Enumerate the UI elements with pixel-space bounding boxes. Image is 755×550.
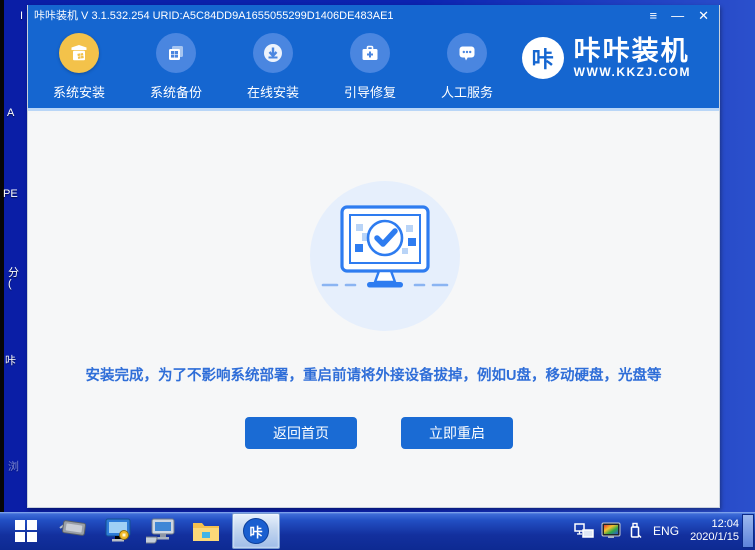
- titlebar: 咔咔装机 V 3.1.532.254 URID:A5C84DD9A1655055…: [28, 5, 719, 25]
- return-home-button[interactable]: 返回首页: [245, 417, 357, 449]
- action-buttons: 返回首页 立即重启: [28, 417, 719, 449]
- brand-logo: 咔 咔咔装机 WWW.KKZJ.COM: [521, 36, 691, 79]
- usb-device-icon[interactable]: [628, 522, 642, 540]
- desktop-icon-label: PE: [3, 188, 18, 200]
- taskbar-clock[interactable]: 12:04 2020/1/15: [690, 518, 739, 544]
- close-icon[interactable]: ✕: [698, 9, 709, 22]
- window-title: 咔咔装机 V 3.1.532.254 URID:A5C84DD9A1655055…: [34, 10, 394, 22]
- nav-item-label: 系统备份: [149, 85, 202, 100]
- taskbar-security-monitor-icon[interactable]: [96, 512, 140, 550]
- backup-icon: [156, 33, 196, 73]
- monitor-check-icon: [310, 181, 460, 331]
- nav-item-label: 系统安装: [52, 85, 105, 100]
- system-tray: ENG 12:04 2020/1/15: [574, 512, 739, 550]
- installer-window: 咔咔装机 V 3.1.532.254 URID:A5C84DD9A1655055…: [27, 5, 720, 508]
- taskbar-chip-app-icon[interactable]: [52, 512, 96, 550]
- desktop: I A PE 分 ( 咔 浏 咔咔装机 V 3.1.532.254 URID:A…: [0, 0, 755, 550]
- windows-logo-icon: [15, 520, 37, 542]
- restart-now-button[interactable]: 立即重启: [401, 417, 513, 449]
- start-button[interactable]: [0, 512, 52, 550]
- desktop-icon-label: 浏: [8, 461, 19, 473]
- completion-message: 安装完成，为了不影响系统部署，重启前请将外接设备拔掉，例如U盘，移动硬盘，光盘等: [85, 368, 662, 384]
- download-icon: [253, 33, 293, 73]
- desktop-icon-label: A: [7, 107, 15, 119]
- repair-toolbox-icon: [350, 33, 390, 73]
- nav-item-support[interactable]: 人工服务: [422, 33, 512, 101]
- show-desktop-button[interactable]: [742, 514, 754, 548]
- brand-badge-icon: 咔: [521, 37, 564, 79]
- brand-site: WWW.KKZJ.COM: [573, 65, 691, 79]
- taskbar-kaka-app-button[interactable]: 咔: [232, 513, 280, 549]
- taskbar-folder-icon[interactable]: [184, 512, 228, 550]
- desktop-icon-label: 咔: [5, 355, 16, 367]
- desktop-icon-label: (: [8, 278, 12, 290]
- kaka-app-icon: 咔: [243, 518, 269, 544]
- display-settings-icon[interactable]: [601, 522, 621, 540]
- nav-item-boot-repair[interactable]: 引导修复: [325, 33, 415, 101]
- chat-bubble-icon: [447, 33, 487, 73]
- nav-item-system-backup[interactable]: 系统备份: [131, 33, 221, 101]
- taskbar-computer-icon[interactable]: [140, 512, 184, 550]
- minimize-icon[interactable]: —: [671, 9, 684, 22]
- nav-item-label: 引导修复: [343, 85, 396, 100]
- screen-left-edge: [0, 0, 4, 550]
- brand-name: 咔咔装机: [573, 36, 690, 66]
- nav-item-system-install[interactable]: 系统安装: [34, 33, 124, 101]
- install-complete-illustration: [305, 176, 465, 336]
- taskbar: 咔 ENG 12:04 2020/1/15: [0, 512, 755, 550]
- nav-item-label: 在线安装: [246, 85, 299, 100]
- clock-date: 2020/1/15: [690, 531, 739, 543]
- language-indicator[interactable]: ENG: [653, 524, 679, 538]
- install-box-icon: [59, 33, 99, 73]
- desktop-icon-label: I: [20, 10, 24, 22]
- clock-time: 12:04: [711, 518, 739, 530]
- network-icon[interactable]: [574, 522, 594, 540]
- content-area: 安装完成，为了不影响系统部署，重启前请将外接设备拔掉，例如U盘，移动硬盘，光盘等…: [28, 114, 719, 507]
- menu-icon[interactable]: ≡: [650, 9, 658, 22]
- nav-item-label: 人工服务: [440, 85, 493, 100]
- nav-item-online-install[interactable]: 在线安装: [228, 33, 318, 101]
